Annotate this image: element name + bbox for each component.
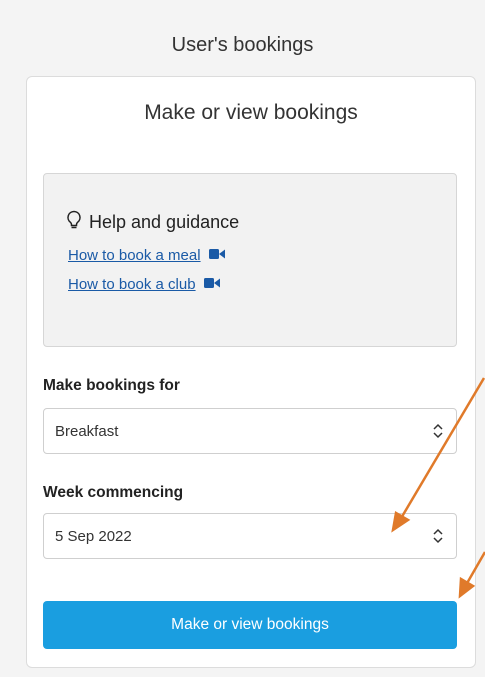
link-how-to-book-club[interactable]: How to book a club <box>68 276 220 293</box>
select-chevron-icon <box>432 423 444 443</box>
select-chevron-icon <box>432 528 444 548</box>
video-icon <box>203 276 220 293</box>
booking-card: Make or view bookings Help and guidance … <box>26 76 476 668</box>
help-guidance-panel: Help and guidance How to book a meal How… <box>43 173 457 347</box>
week-commencing-select[interactable]: 5 Sep 2022 <box>43 513 457 559</box>
link-label[interactable]: How to book a meal <box>68 247 201 264</box>
make-view-bookings-button[interactable]: Make or view bookings <box>43 601 457 649</box>
help-heading: Help and guidance <box>66 210 239 235</box>
lightbulb-icon <box>66 210 89 235</box>
link-how-to-book-meal[interactable]: How to book a meal <box>68 247 225 264</box>
week-commencing-label: Week commencing <box>43 484 184 501</box>
card-title: Make or view bookings <box>144 101 358 124</box>
link-label[interactable]: How to book a club <box>68 276 196 293</box>
help-heading-text: Help and guidance <box>89 212 240 232</box>
video-icon <box>208 247 225 264</box>
meal-type-value: Breakfast <box>55 422 119 440</box>
meal-type-label: Make bookings for <box>43 377 180 394</box>
meal-type-select[interactable]: Breakfast <box>43 408 457 454</box>
page-title: User's bookings <box>171 34 314 56</box>
week-commencing-value: 5 Sep 2022 <box>55 527 132 545</box>
bookings-page: User's bookings Make or view bookings He… <box>0 0 485 677</box>
